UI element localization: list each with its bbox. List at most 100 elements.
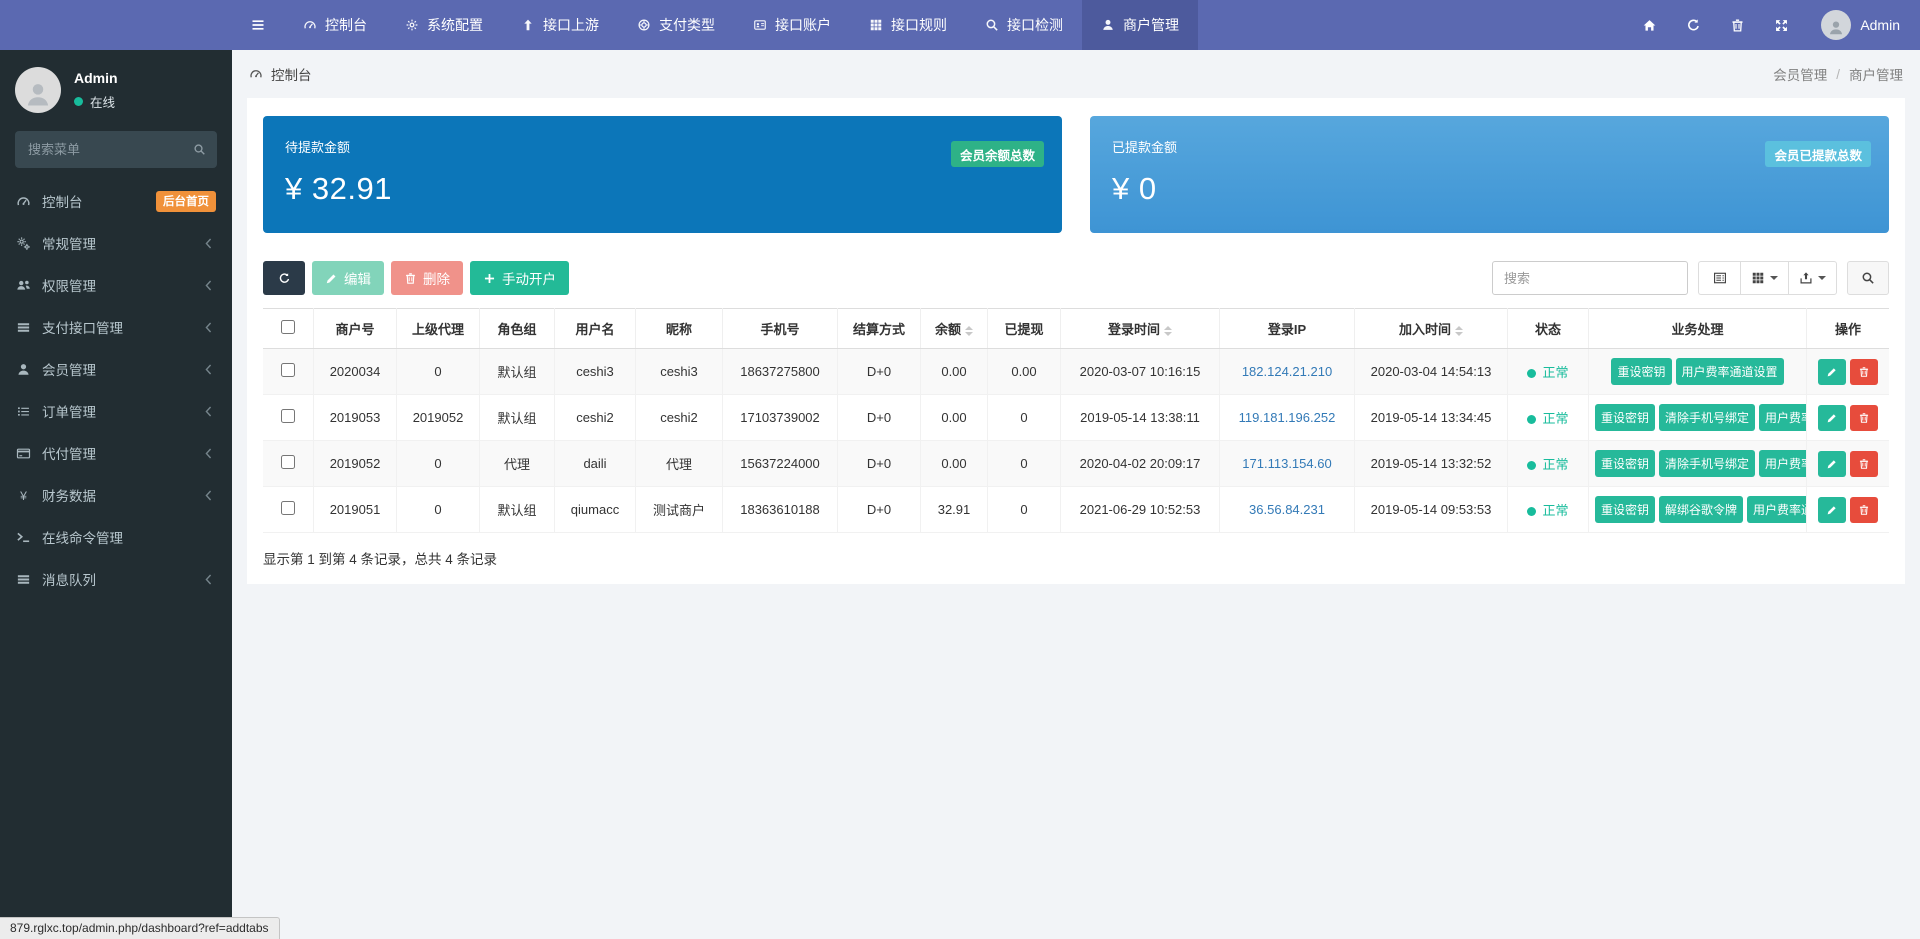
svg-text:¥: ¥ [19,488,27,502]
nav-item-system-config[interactable]: 系统配置 [386,0,502,50]
pencil-icon [1826,366,1838,378]
row-checkbox[interactable] [281,363,295,377]
edit-row-button[interactable] [1818,451,1846,477]
nav-item-interface-account[interactable]: 接口账户 [734,0,850,50]
bars-icon [250,17,266,33]
nav-item-interface-upstream[interactable]: 接口上游 [502,0,618,50]
header-balance[interactable]: 余额 [921,309,988,349]
cell-phone: 18637275800 [723,349,838,395]
sidebar-item-auth[interactable]: 权限管理 [0,264,232,306]
nav-item-payment-type[interactable]: 支付类型 [618,0,734,50]
sort-icon [965,326,973,336]
sidebar-item-general[interactable]: 常规管理 [0,222,232,264]
users-icon [16,278,31,293]
stat-cards: 会员余额总数 待提款金额 ¥ 32.91 会员已提款总数 已提款金额 ¥ 0 [263,116,1889,233]
cell-operations [1807,349,1890,395]
toggle-detail-view-button[interactable] [1698,261,1740,295]
nav-item-interface-check[interactable]: 接口检测 [966,0,1082,50]
row-action-button[interactable]: 用户费率通道设置 [1676,358,1784,385]
refresh-button[interactable] [1671,0,1715,50]
table-toolbar: 编辑 删除 手动开户 [263,261,1889,295]
select-all-checkbox[interactable] [281,320,295,334]
user-icon [23,80,53,110]
navbar-user-menu[interactable]: Admin [1803,10,1904,40]
sidebar-item-dashboard[interactable]: 控制台后台首页 [0,180,232,222]
sidebar-toggle-button[interactable] [232,0,284,50]
gears-icon [16,236,31,251]
sidebar-item-queue[interactable]: 消息队列 [0,558,232,600]
cell-status: 正常 [1508,349,1589,395]
delete-button[interactable]: 删除 [391,261,463,295]
sidebar-item-finance[interactable]: ¥财务数据 [0,474,232,516]
refresh-button[interactable] [263,261,305,295]
delete-row-button[interactable] [1850,405,1878,431]
nav-item-dashboard[interactable]: 控制台 [284,0,386,50]
login-ip-link[interactable]: 182.124.21.210 [1242,364,1332,379]
table-header-row: 商户号上级代理角色组用户名昵称手机号结算方式余额已提现登录时间登录IP加入时间状… [263,309,1889,349]
trash-icon [1858,412,1870,424]
cell-balance: 0.00 [921,349,988,395]
row-action-button[interactable]: 解绑谷歌令牌 [1659,496,1743,523]
cell-checkbox [263,487,314,533]
cell-parent-agent: 0 [397,441,480,487]
row-action-button[interactable]: 清除手机号绑定 [1659,404,1755,431]
edit-row-button[interactable] [1818,359,1846,385]
stat-card-label: 已提款金额 [1112,137,1867,156]
cell-settlement: D+0 [838,441,921,487]
nav-item-merchant-management[interactable]: 商户管理 [1082,0,1198,50]
search-icon [193,143,206,156]
cell-role-group: 默认组 [480,349,555,395]
header-role_group: 角色组 [480,309,555,349]
sidebar-item-payout[interactable]: 代付管理 [0,432,232,474]
row-action-button[interactable]: 用户费率通道设置 [1759,450,1806,477]
cell-phone: 18363610188 [723,487,838,533]
row-checkbox[interactable] [281,501,295,515]
sidebar-item-order[interactable]: 订单管理 [0,390,232,432]
sidebar-item-command[interactable]: 在线命令管理 [0,516,232,558]
header-settlement: 结算方式 [838,309,921,349]
add-account-button[interactable]: 手动开户 [470,261,569,295]
login-ip-link[interactable]: 171.113.154.60 [1242,456,1331,471]
sidebar-user-panel: Admin 在线 [0,50,232,127]
header-login_time[interactable]: 登录时间 [1061,309,1220,349]
row-action-button[interactable]: 用户费率通道设置 [1759,404,1806,431]
export-dropdown-button[interactable] [1788,261,1837,295]
delete-row-button[interactable] [1850,359,1878,385]
delete-row-button[interactable] [1850,451,1878,477]
stat-card-label: 待提款金额 [285,137,1040,156]
row-checkbox[interactable] [281,409,295,423]
search-toggle-button[interactable] [1847,261,1889,295]
table-search-input[interactable] [1492,261,1688,295]
sidebar-user-status: 在线 [74,92,118,111]
cell-operations [1807,441,1890,487]
row-action-button[interactable]: 重设密钥 [1595,496,1655,523]
login-ip-link[interactable]: 36.56.84.231 [1249,502,1325,517]
edit-row-button[interactable] [1818,405,1846,431]
columns-dropdown-button[interactable] [1740,261,1788,295]
login-ip-link[interactable]: 119.181.196.252 [1239,410,1336,425]
nav-item-interface-rules[interactable]: 接口规则 [850,0,966,50]
edit-button[interactable]: 编辑 [312,261,384,295]
header-join_time[interactable]: 加入时间 [1355,309,1508,349]
sidebar-item-member[interactable]: 会员管理 [0,348,232,390]
cell-join-time: 2019-05-14 13:34:45 [1355,395,1508,441]
row-action-button[interactable]: 清除手机号绑定 [1659,450,1755,477]
row-action-button[interactable]: 重设密钥 [1595,404,1655,431]
gear-icon [405,18,419,32]
terminal-icon [16,530,31,545]
arrow-up-icon [521,18,535,32]
clear-cache-button[interactable] [1715,0,1759,50]
delete-row-button[interactable] [1850,497,1878,523]
sidebar-item-payment-interface[interactable]: 支付接口管理 [0,306,232,348]
home-button[interactable] [1627,0,1671,50]
top-nav-left: 控制台系统配置接口上游支付类型接口账户接口规则接口检测商户管理 [232,0,1198,50]
cell-balance: 0.00 [921,441,988,487]
sidebar-search-input[interactable] [26,141,193,158]
row-action-button[interactable]: 重设密钥 [1595,450,1655,477]
breadcrumb-current: 控制台 [249,64,312,84]
row-action-button[interactable]: 用户费率通道设置 [1747,496,1806,523]
row-action-button[interactable]: 重设密钥 [1611,358,1671,385]
row-checkbox[interactable] [281,455,295,469]
fullscreen-button[interactable] [1759,0,1803,50]
edit-row-button[interactable] [1818,497,1846,523]
